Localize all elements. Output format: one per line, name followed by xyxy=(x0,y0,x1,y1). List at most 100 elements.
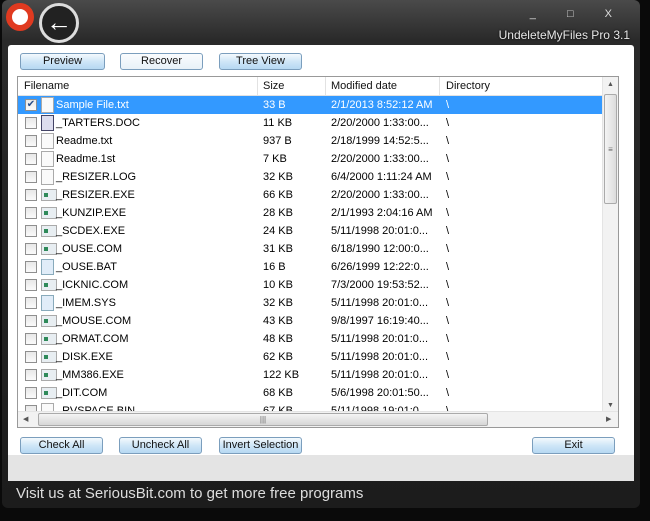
text-file-icon xyxy=(41,169,54,185)
text-file-icon xyxy=(41,133,54,149)
column-filename[interactable]: Filename xyxy=(24,80,69,92)
app-title: UndeleteMyFiles Pro 3.1 xyxy=(498,28,630,42)
horizontal-scrollbar[interactable]: ◀ ||| ▶ xyxy=(18,411,618,427)
uncheck-all-button[interactable]: Uncheck All xyxy=(119,437,202,454)
file-row[interactable]: _OUSE.COM 31 KB 6/18/1990 12:00:0... \ xyxy=(18,240,603,258)
file-size: 68 KB xyxy=(263,387,293,399)
file-row[interactable]: ✔ Sample File.txt 33 B 2/1/2013 8:52:12 … xyxy=(18,96,603,114)
file-name: _ICKNIC.COM xyxy=(56,279,129,291)
row-checkbox[interactable] xyxy=(25,189,37,201)
file-date: 2/1/2013 8:52:12 AM xyxy=(331,99,433,111)
file-date: 5/11/1998 20:01:0... xyxy=(331,297,429,309)
exe-file-icon xyxy=(41,189,57,201)
exe-file-icon xyxy=(41,279,57,291)
sys-file-icon xyxy=(41,295,54,311)
file-name: _KUNZIP.EXE xyxy=(56,207,127,219)
file-row[interactable]: _TARTERS.DOC 11 KB 2/20/2000 1:33:00... … xyxy=(18,114,603,132)
row-checkbox[interactable] xyxy=(25,171,37,183)
horizontal-scroll-thumb[interactable]: ||| xyxy=(38,413,488,426)
row-checkbox[interactable] xyxy=(25,261,37,273)
vertical-scroll-thumb[interactable]: ≡ xyxy=(604,94,617,204)
file-size: 24 KB xyxy=(263,225,293,237)
file-directory: \ xyxy=(446,279,450,291)
file-row[interactable]: _MM386.EXE 122 KB 5/11/1998 20:01:0... \ xyxy=(18,366,603,384)
file-size: 32 KB xyxy=(263,297,293,309)
row-checkbox[interactable] xyxy=(25,387,37,399)
exe-file-icon xyxy=(41,369,57,381)
list-header: Filename Size Modified date Directory xyxy=(18,77,603,96)
file-row[interactable]: _ORMAT.COM 48 KB 5/11/1998 20:01:0... \ xyxy=(18,330,603,348)
recover-button[interactable]: Recover xyxy=(120,53,203,70)
file-directory: \ xyxy=(446,153,450,165)
file-size: 31 KB xyxy=(263,243,293,255)
preview-button[interactable]: Preview xyxy=(20,53,105,70)
file-date: 5/11/1998 20:01:0... xyxy=(331,333,429,345)
file-directory: \ xyxy=(446,333,450,345)
file-date: 6/4/2000 1:11:24 AM xyxy=(331,171,432,183)
tree-view-button[interactable]: Tree View xyxy=(219,53,302,70)
vertical-scrollbar[interactable]: ▲ ≡ ▼ xyxy=(602,77,618,412)
file-size: 43 KB xyxy=(263,315,293,327)
file-directory: \ xyxy=(446,171,450,183)
exe-file-icon xyxy=(41,243,57,255)
file-date: 5/6/1998 20:01:50... xyxy=(331,387,429,399)
file-size: 62 KB xyxy=(263,351,293,363)
back-arrow-button[interactable]: ← xyxy=(39,3,79,43)
file-row[interactable]: _RESIZER.EXE 66 KB 2/20/2000 1:33:00... … xyxy=(18,186,603,204)
file-date: 5/11/1998 20:01:0... xyxy=(331,351,429,363)
file-directory: \ xyxy=(446,243,450,255)
file-date: 5/11/1998 20:01:0... xyxy=(331,225,429,237)
file-directory: \ xyxy=(446,261,450,273)
footer-link[interactable]: Visit us at SeriousBit.com to get more f… xyxy=(16,485,363,502)
file-row[interactable]: _IMEM.SYS 32 KB 5/11/1998 20:01:0... \ xyxy=(18,294,603,312)
file-directory: \ xyxy=(446,189,450,201)
file-date: 6/18/1990 12:00:0... xyxy=(331,243,429,255)
file-name: _ORMAT.COM xyxy=(56,333,129,345)
row-checkbox[interactable] xyxy=(25,369,37,381)
row-checkbox[interactable] xyxy=(25,225,37,237)
row-checkbox[interactable] xyxy=(25,135,37,147)
file-date: 5/11/1998 20:01:0... xyxy=(331,369,429,381)
row-checkbox[interactable]: ✔ xyxy=(25,99,37,111)
row-checkbox[interactable] xyxy=(25,315,37,327)
column-size[interactable]: Size xyxy=(263,80,284,92)
row-checkbox[interactable] xyxy=(25,351,37,363)
file-size: 33 B xyxy=(263,99,286,111)
row-checkbox[interactable] xyxy=(25,117,37,129)
check-all-button[interactable]: Check All xyxy=(20,437,103,454)
doc-file-icon xyxy=(41,115,54,131)
file-row[interactable]: _KUNZIP.EXE 28 KB 2/1/1993 2:04:16 AM \ xyxy=(18,204,603,222)
column-modified-date[interactable]: Modified date xyxy=(331,80,397,92)
file-row[interactable]: _MOUSE.COM 43 KB 9/8/1997 16:19:40... \ xyxy=(18,312,603,330)
file-row[interactable]: _DISK.EXE 62 KB 5/11/1998 20:01:0... \ xyxy=(18,348,603,366)
file-row[interactable]: Readme.txt 937 B 2/18/1999 14:52:5... \ xyxy=(18,132,603,150)
file-directory: \ xyxy=(446,99,450,111)
exit-button[interactable]: Exit xyxy=(532,437,615,454)
file-name: _DISK.EXE xyxy=(56,351,113,363)
row-checkbox[interactable] xyxy=(25,207,37,219)
file-name: Sample File.txt xyxy=(56,99,129,111)
column-directory[interactable]: Directory xyxy=(446,80,490,92)
file-date: 6/26/1999 12:22:0... xyxy=(331,261,429,273)
file-size: 16 B xyxy=(263,261,286,273)
row-checkbox[interactable] xyxy=(25,279,37,291)
window-controls[interactable]: _ □ X xyxy=(530,8,626,20)
file-name: _RESIZER.LOG xyxy=(56,171,137,183)
file-row[interactable]: Readme.1st 7 KB 2/20/2000 1:33:00... \ xyxy=(18,150,603,168)
file-directory: \ xyxy=(446,315,450,327)
file-list[interactable]: Filename Size Modified date Directory ✔ … xyxy=(17,76,619,428)
row-checkbox[interactable] xyxy=(25,153,37,165)
file-row[interactable]: _SCDEX.EXE 24 KB 5/11/1998 20:01:0... \ xyxy=(18,222,603,240)
file-directory: \ xyxy=(446,387,450,399)
file-date: 2/1/1993 2:04:16 AM xyxy=(331,207,433,219)
file-row[interactable]: _ICKNIC.COM 10 KB 7/3/2000 19:53:52... \ xyxy=(18,276,603,294)
file-name: _RESIZER.EXE xyxy=(56,189,135,201)
file-row[interactable]: _OUSE.BAT 16 B 6/26/1999 12:22:0... \ xyxy=(18,258,603,276)
file-row[interactable]: _RESIZER.LOG 32 KB 6/4/2000 1:11:24 AM \ xyxy=(18,168,603,186)
row-checkbox[interactable] xyxy=(25,333,37,345)
invert-selection-button[interactable]: Invert Selection xyxy=(219,437,302,454)
file-size: 937 B xyxy=(263,135,292,147)
row-checkbox[interactable] xyxy=(25,297,37,309)
row-checkbox[interactable] xyxy=(25,243,37,255)
file-row[interactable]: _DIT.COM 68 KB 5/6/1998 20:01:50... \ xyxy=(18,384,603,402)
